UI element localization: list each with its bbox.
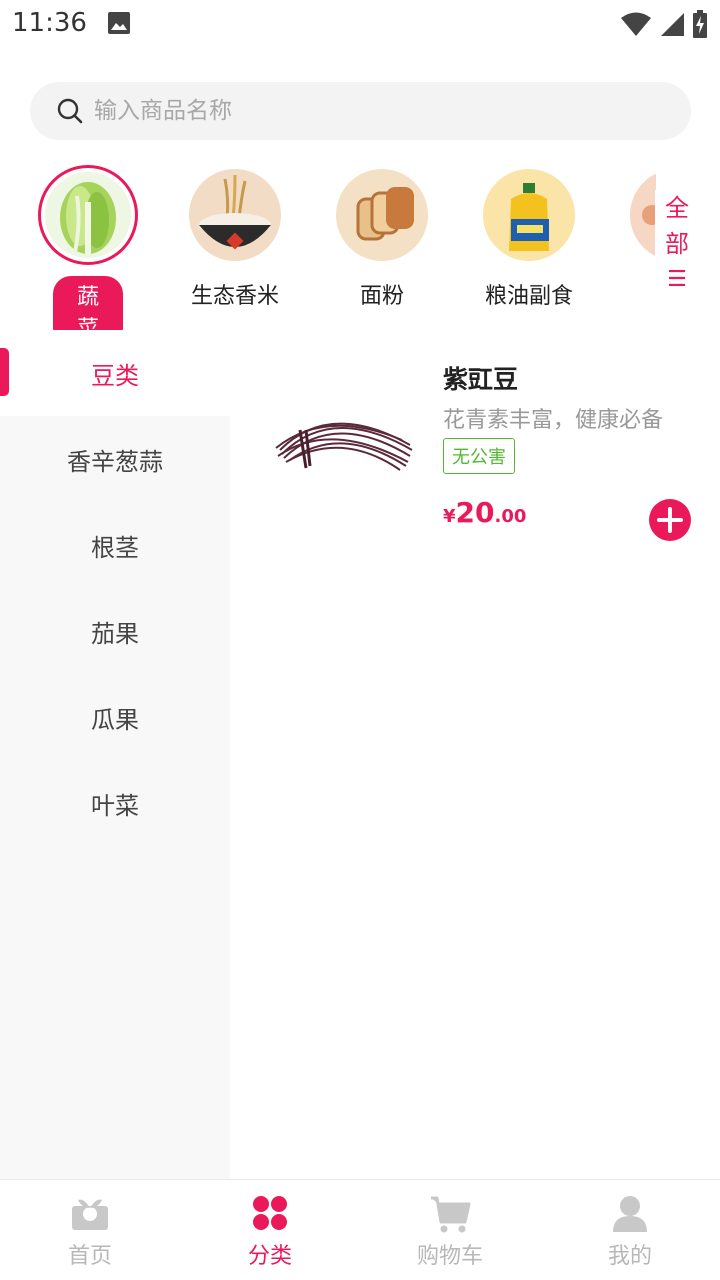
- product-name: 紫豇豆: [443, 365, 519, 394]
- category-label: 粮油副食: [484, 284, 573, 309]
- all-categories-button[interactable]: 全 部 ☰: [655, 190, 699, 300]
- sidebar-item-label: 香辛葱蒜: [67, 447, 163, 476]
- plus-icon: [657, 507, 683, 533]
- sidebar-item-spices[interactable]: 香辛葱蒜: [0, 416, 230, 502]
- all-label-char: 全: [665, 194, 689, 222]
- signal-icon: [661, 13, 684, 36]
- price-symbol: ¥: [443, 506, 456, 527]
- search-icon: [57, 98, 83, 124]
- search-bar[interactable]: [30, 82, 691, 140]
- sidebar-item-roots[interactable]: 根茎: [0, 502, 230, 588]
- bread-image: [336, 169, 428, 261]
- sidebar-item-solanaceous[interactable]: 茄果: [0, 588, 230, 674]
- price-decimal: .00: [494, 506, 527, 527]
- category-image: [483, 169, 575, 261]
- nav-label: 首页: [67, 1244, 112, 1269]
- category-icon: [253, 1196, 287, 1230]
- product-image: [275, 422, 413, 471]
- sidebar-item-melons[interactable]: 瓜果: [0, 674, 230, 760]
- price-integer: 20: [455, 496, 495, 529]
- product-tag: 无公害: [443, 438, 515, 474]
- product-card[interactable]: 紫豇豆 花青素丰富，健康必备 无公害 ¥20.00: [250, 350, 700, 550]
- category-image: [38, 165, 138, 265]
- sidebar-item-label: 茄果: [91, 619, 139, 648]
- battery-icon: [693, 10, 707, 38]
- rice-bowl-image: [189, 169, 281, 261]
- top-category-rice[interactable]: 生态香米: [165, 165, 305, 315]
- search-input[interactable]: [94, 98, 654, 124]
- bottom-navigation: 首页 分类 购物车 我的: [0, 1179, 720, 1280]
- category-label: 面粉: [359, 284, 404, 309]
- top-category-strip: 蔬菜 生态香米 面粉: [0, 165, 650, 346]
- nav-cart[interactable]: 购物车: [360, 1180, 540, 1280]
- status-bar: 11:36: [0, 0, 720, 50]
- nav-home[interactable]: 首页: [0, 1180, 180, 1280]
- sidebar-item-label: 根茎: [91, 533, 139, 562]
- category-image: [336, 169, 428, 261]
- nav-label: 购物车: [416, 1244, 483, 1269]
- top-category-flour[interactable]: 面粉: [312, 165, 452, 315]
- top-category-grain-oil[interactable]: 粮油副食: [459, 165, 599, 315]
- add-to-cart-button[interactable]: [649, 499, 691, 541]
- category-image: [189, 169, 281, 261]
- nav-profile[interactable]: 我的: [540, 1180, 720, 1280]
- sidebar-item-label: 瓜果: [91, 705, 139, 734]
- cabbage-image: [45, 172, 131, 258]
- nav-label: 我的: [607, 1244, 652, 1269]
- product-price: ¥20.00: [443, 496, 526, 529]
- top-category-vegetables[interactable]: 蔬菜: [18, 165, 158, 346]
- next-category-peek[interactable]: [630, 169, 656, 261]
- category-image: [630, 173, 656, 257]
- profile-icon: [613, 1196, 647, 1232]
- wifi-icon: [621, 12, 651, 36]
- sidebar-item-beans[interactable]: 豆类: [0, 330, 230, 416]
- cart-icon: [431, 1196, 471, 1233]
- product-description: 花青素丰富，健康必备: [443, 408, 664, 433]
- sidebar-item-leafy[interactable]: 叶菜: [0, 760, 230, 846]
- nav-category[interactable]: 分类: [180, 1180, 360, 1280]
- all-label-char: 部: [665, 230, 689, 258]
- oil-bottle-image: [483, 169, 575, 261]
- menu-icon: ☰: [667, 267, 687, 292]
- nav-label: 分类: [247, 1244, 292, 1269]
- category-label: 生态香米: [190, 284, 279, 309]
- status-indicators: [620, 10, 708, 38]
- sidebar-item-label: 叶菜: [91, 791, 139, 820]
- image-notification-icon: [108, 12, 130, 34]
- subcategory-sidebar: 豆类 香辛葱蒜 根茎 茄果 瓜果 叶菜: [0, 330, 230, 1180]
- active-indicator: [0, 348, 9, 396]
- home-icon: [72, 1199, 108, 1230]
- status-time: 11:36: [12, 8, 87, 38]
- sidebar-item-label: 豆类: [91, 361, 139, 390]
